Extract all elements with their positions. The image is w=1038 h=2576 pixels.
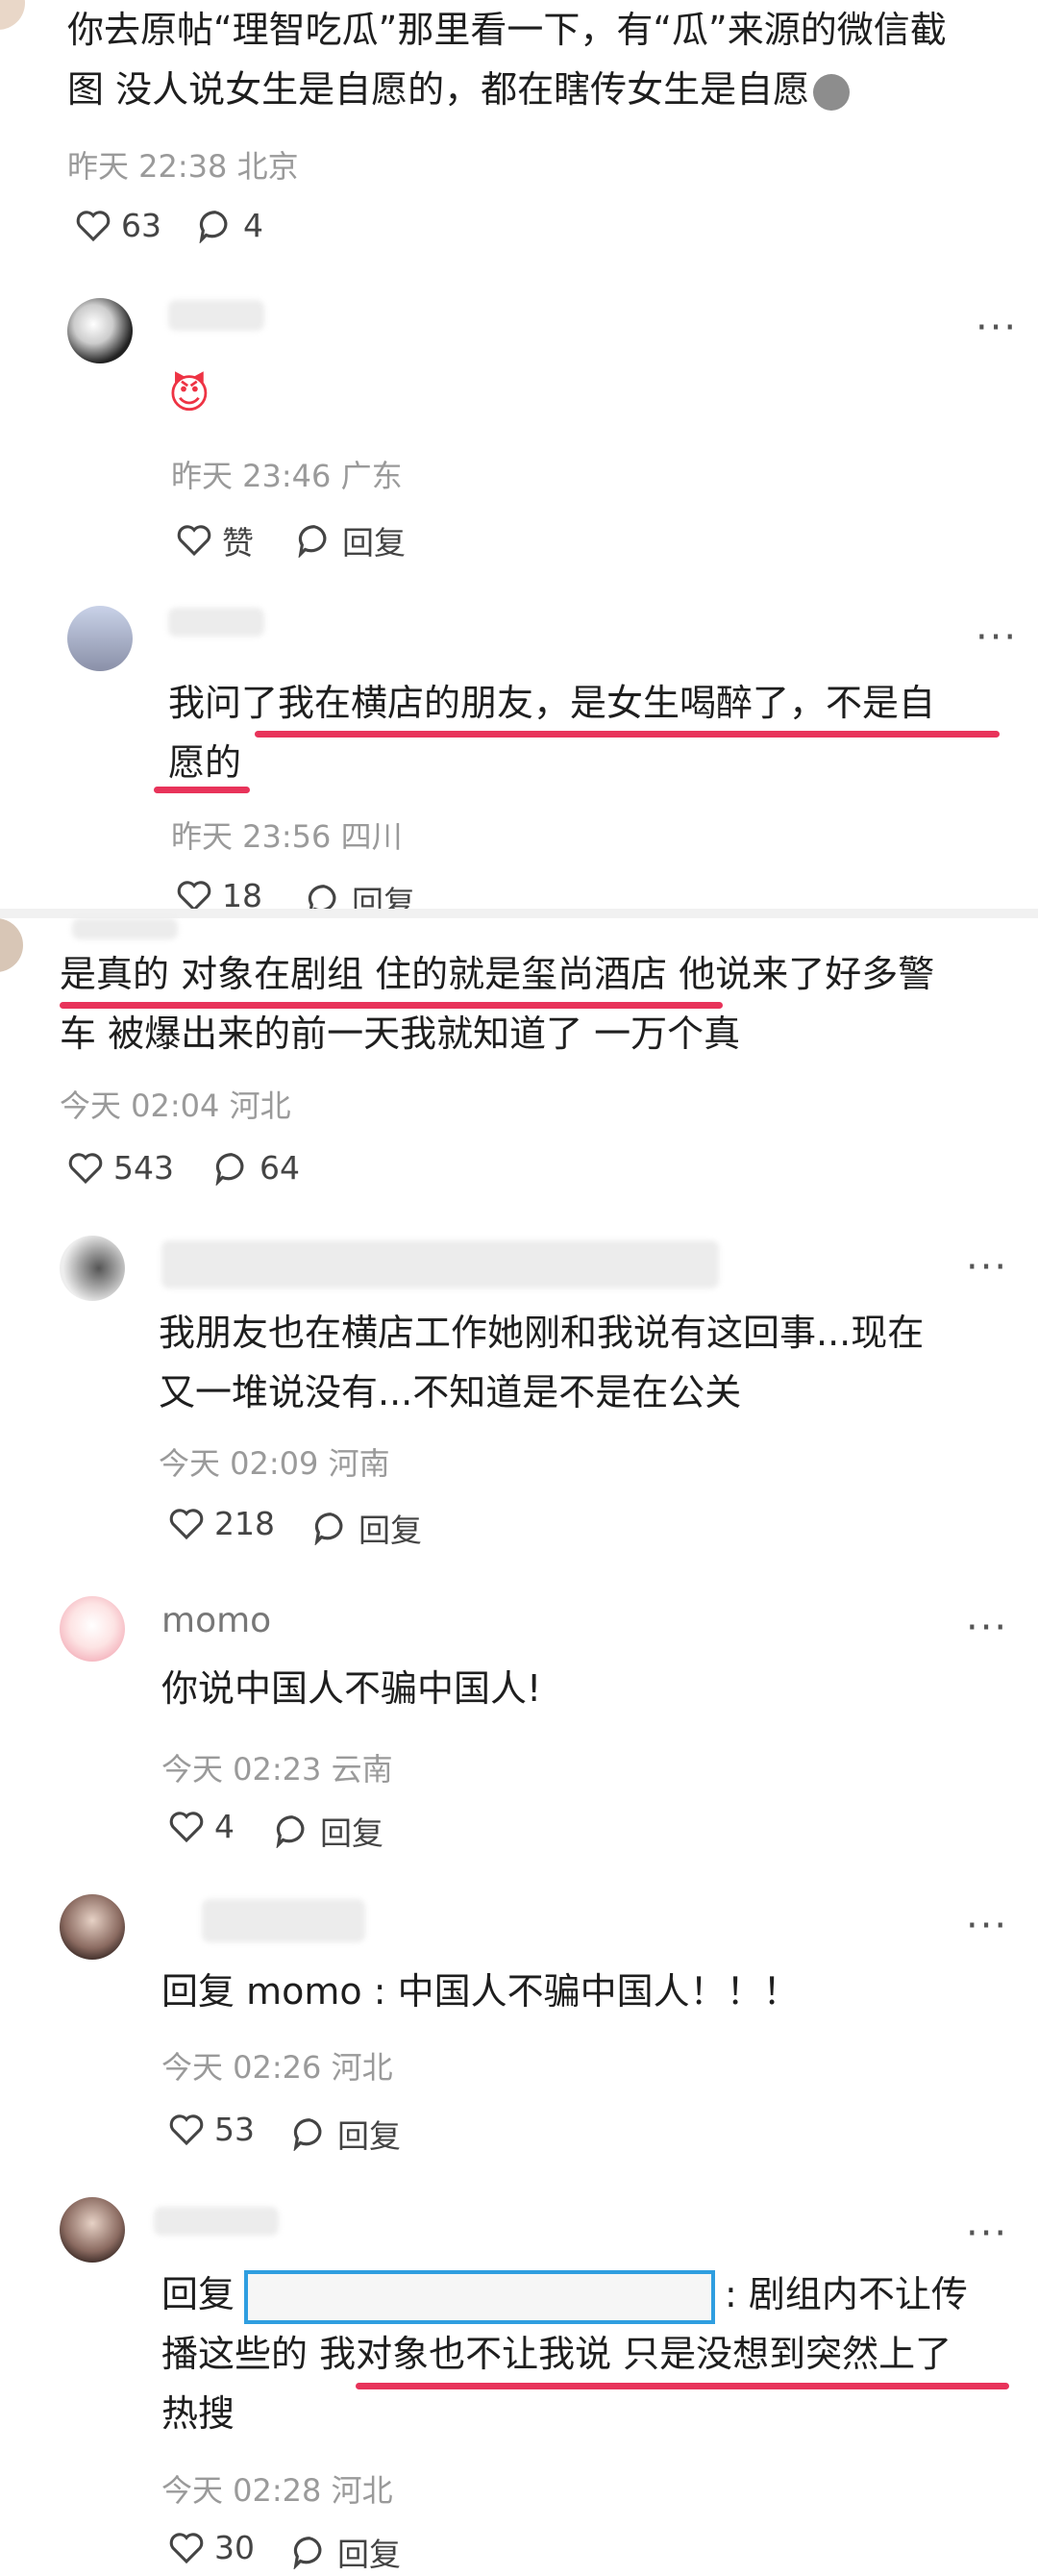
like-count: 30 [214, 2529, 255, 2566]
reply-button[interactable]: 4 [197, 207, 263, 244]
reply-button[interactable]: 回复 [291, 2529, 401, 2575]
reply-button[interactable]: 回复 [296, 517, 406, 563]
reply-label: 回复 [337, 2117, 401, 2155]
reply-count: 64 [260, 1149, 300, 1187]
avatar[interactable] [60, 1236, 125, 1301]
comment-text: 我朋友也在横店工作她刚和我说有这回事...现在 又一堆说没有...不知道是不是在… [159, 1312, 925, 1413]
reply-label: 回复 [342, 524, 406, 562]
section-divider [0, 909, 1038, 918]
reply-label: 回复 [358, 1512, 422, 1549]
like-button[interactable]: 赞 [176, 517, 254, 563]
avatar[interactable] [0, 918, 23, 972]
comment-bubble-icon [298, 525, 327, 558]
reply-button[interactable]: 回复 [291, 2111, 401, 2157]
like-count: 53 [214, 2111, 255, 2148]
highlight-underline [255, 731, 1000, 738]
redacted-username-box [244, 2269, 716, 2324]
highlight-underline [356, 2383, 1009, 2389]
username-blurred [202, 1899, 365, 1942]
username-blurred [168, 300, 264, 331]
reply-label: 回复 [320, 1814, 383, 1852]
comment-bubble-icon [215, 1152, 244, 1186]
comment-meta: 今天 02:09 河南 [159, 1445, 390, 1482]
comment-meta: 今天 02:26 河北 [161, 2049, 393, 2086]
comment-text: 回复: 剧组内不让传 播这些的 我对象也不让我说 只是没想到突然上了 热搜 [161, 2264, 1026, 2443]
more-options-icon[interactable]: ··· [966, 1606, 1008, 1650]
avatar[interactable] [60, 1894, 125, 1960]
like-count: 218 [214, 1505, 275, 1542]
comment-meta: 今天 02:23 云南 [161, 1751, 393, 1788]
like-button[interactable]: 4 [168, 1808, 235, 1845]
comment-bubble-icon [276, 1815, 305, 1848]
emoji-icon [813, 73, 851, 111]
reply-button[interactable]: 64 [213, 1149, 300, 1187]
comment-meta: 昨天 23:56 四川 [171, 818, 403, 855]
like-button[interactable]: 63 [75, 207, 161, 244]
avatar[interactable] [0, 0, 25, 30]
username-blurred [72, 918, 178, 939]
comment-text: 你去原帖“理智吃瓜”那里看一下，有“瓜”来源的微信截 图 没人说女生是自愿的，都… [67, 9, 947, 111]
more-options-icon[interactable]: ··· [976, 615, 1018, 660]
comment-bubble-icon [293, 2118, 322, 2151]
more-options-icon[interactable]: ··· [966, 1904, 1008, 1948]
heart-icon [76, 210, 111, 241]
like-count: 543 [113, 1149, 174, 1187]
comment-bubble-icon [293, 2537, 322, 2569]
heart-icon [169, 2532, 204, 2563]
reply-count: 4 [243, 207, 263, 244]
username-blurred [168, 608, 264, 637]
heart-icon [169, 1811, 204, 1842]
heart-icon [177, 880, 211, 912]
reply-label: 回复 [337, 2536, 401, 2573]
comment-meta: 昨天 23:46 广东 [171, 458, 403, 494]
comment-meta: 今天 02:04 河北 [60, 1088, 291, 1124]
avatar[interactable] [60, 2197, 125, 2263]
highlight-underline [60, 1002, 723, 1009]
comment-bubble-icon [199, 210, 228, 243]
reply-button[interactable]: 回复 [274, 1808, 383, 1854]
heart-icon [169, 1508, 204, 1539]
comment-text: 回复 momo : 中国人不骗中国人！！！ [161, 1970, 800, 2013]
reply-button[interactable]: 回复 [312, 1505, 422, 1551]
avatar[interactable] [60, 1596, 125, 1662]
like-button[interactable]: 30 [168, 2529, 255, 2566]
heart-icon [169, 2113, 204, 2145]
like-button[interactable]: 53 [168, 2111, 255, 2148]
highlight-underline [154, 787, 250, 793]
more-options-icon[interactable]: ··· [976, 306, 1018, 350]
heart-icon [68, 1152, 103, 1184]
emoji-icon: 😈 [168, 370, 210, 417]
username-blurred [161, 1240, 719, 1288]
comment-bubble-icon [314, 1513, 343, 1545]
more-options-icon[interactable]: ··· [966, 2212, 1008, 2256]
like-button[interactable]: 543 [67, 1149, 174, 1187]
username[interactable]: momo [161, 1601, 271, 1640]
like-count: 63 [121, 207, 161, 244]
like-button[interactable]: 218 [168, 1505, 275, 1542]
comment-meta: 今天 02:28 河北 [161, 2472, 393, 2509]
avatar[interactable] [67, 606, 133, 671]
username-blurred [154, 2207, 279, 2236]
comment-meta: 昨天 22:38 北京 [67, 148, 299, 185]
like-label: 赞 [222, 524, 254, 562]
like-count: 4 [214, 1808, 235, 1845]
more-options-icon[interactable]: ··· [966, 1245, 1008, 1289]
avatar[interactable] [67, 298, 133, 363]
heart-icon [177, 525, 211, 557]
comment-text: 你说中国人不骗中国人! [161, 1667, 542, 1710]
